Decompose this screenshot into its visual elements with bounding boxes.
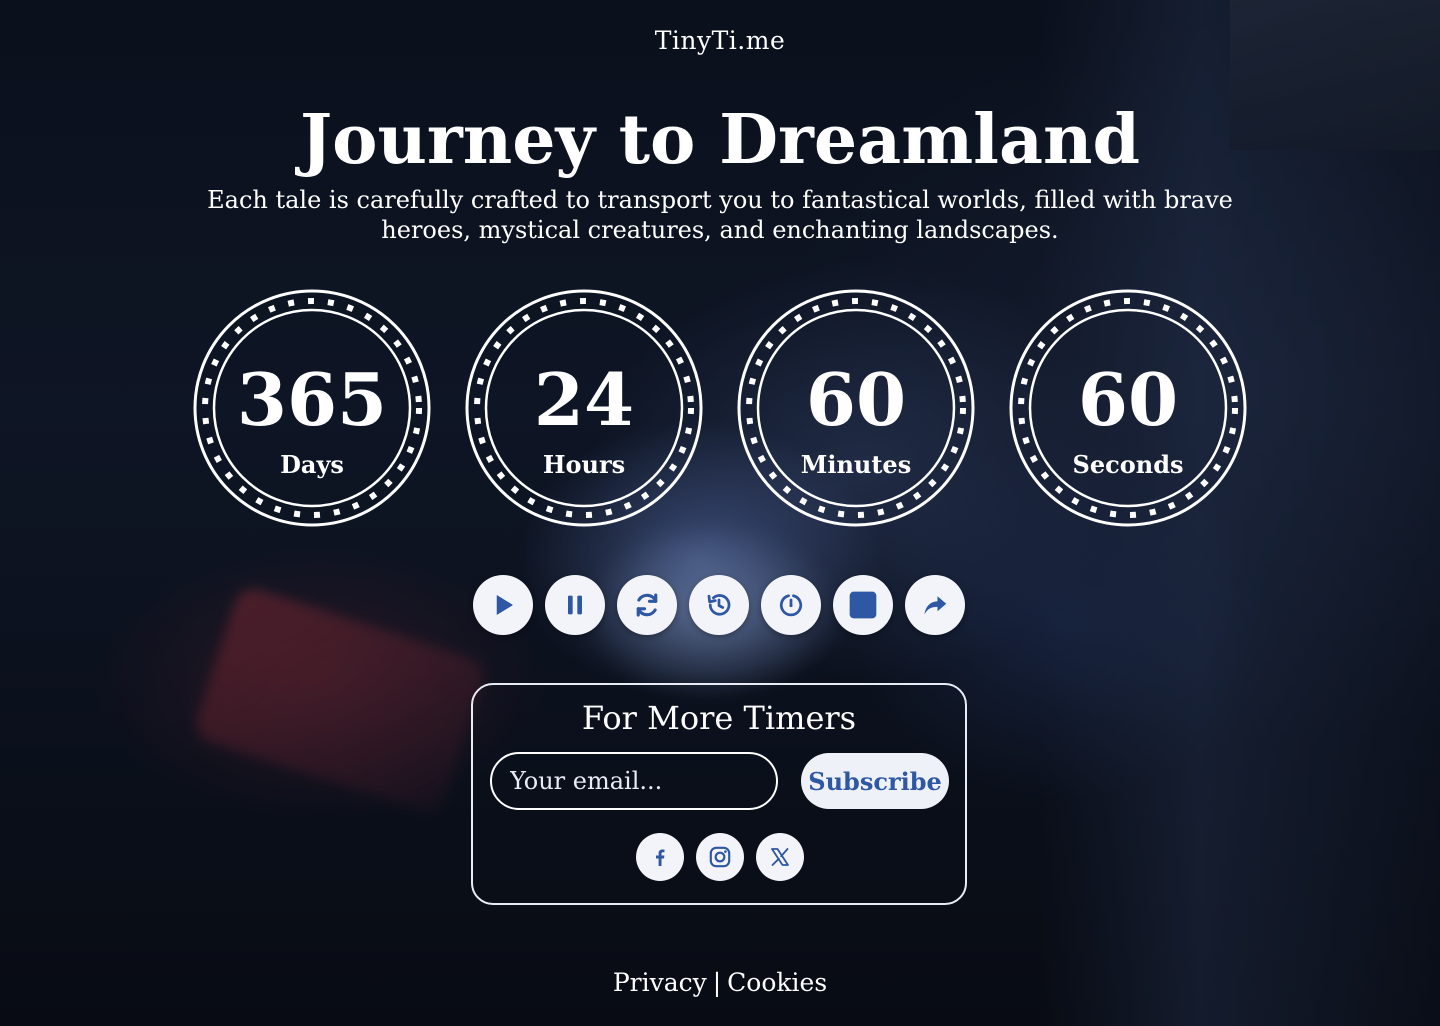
timer-label: Seconds	[1072, 450, 1184, 479]
refresh-button[interactable]	[617, 575, 677, 635]
stop-button[interactable]	[833, 575, 893, 635]
share-icon	[924, 596, 947, 615]
timer-days: 365 Days	[192, 288, 432, 528]
timer-value: 365	[236, 357, 388, 442]
privacy-link[interactable]: Privacy	[613, 968, 707, 997]
timer-reset-button[interactable]	[761, 575, 821, 635]
timer-reset-icon	[779, 594, 803, 617]
instagram-icon	[709, 846, 731, 868]
timer-minutes: 60 Minutes	[736, 288, 976, 528]
page-title: Journey to Dreamland	[299, 100, 1141, 180]
facebook-link[interactable]	[636, 833, 684, 881]
pause-button[interactable]	[545, 575, 605, 635]
timer-value: 24	[533, 357, 635, 442]
social-links	[636, 833, 804, 881]
footer: Privacy | Cookies	[0, 968, 1440, 997]
timer-label: Days	[280, 450, 344, 479]
stop-icon	[849, 591, 877, 619]
timer-value: 60	[805, 357, 907, 442]
share-button[interactable]	[905, 575, 965, 635]
timer-hours: 24 Hours	[464, 288, 704, 528]
email-field[interactable]	[490, 752, 778, 810]
page-subtitle: Each tale is carefully crafted to transp…	[207, 186, 1233, 244]
x-icon	[771, 848, 789, 866]
timer-label: Hours	[542, 450, 626, 479]
newsletter-title: For More Timers	[581, 699, 857, 737]
timer-seconds: 60 Seconds	[1008, 288, 1248, 528]
footer-separator: |	[712, 968, 722, 997]
page-content: TinyTi.me Journey to Dreamland Each tale…	[0, 0, 1440, 1026]
timer-value: 60	[1077, 357, 1179, 442]
play-button[interactable]	[473, 575, 533, 635]
instagram-link[interactable]	[696, 833, 744, 881]
cookies-link[interactable]: Cookies	[727, 968, 827, 997]
facebook-icon	[656, 849, 665, 866]
play-icon	[496, 595, 513, 615]
site-brand[interactable]: TinyTi.me	[0, 26, 1440, 55]
pause-icon	[568, 595, 582, 615]
refresh-icon	[636, 593, 658, 617]
history-icon	[707, 594, 731, 616]
timer-label: Minutes	[800, 450, 912, 479]
newsletter-panel: For More Timers Subscribe	[471, 683, 967, 905]
timer-controls	[473, 575, 965, 635]
history-button[interactable]	[689, 575, 749, 635]
x-link[interactable]	[756, 833, 804, 881]
subscribe-button[interactable]: Subscribe	[801, 753, 949, 809]
